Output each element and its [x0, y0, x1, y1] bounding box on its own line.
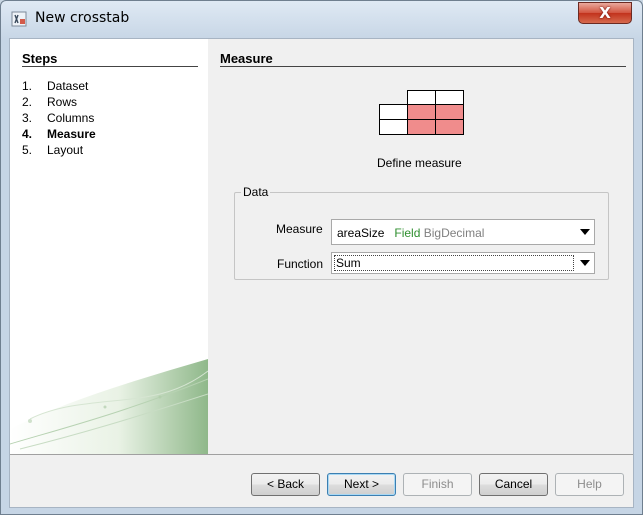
measure-field-name: areaSize: [337, 226, 385, 240]
step-label: Layout: [47, 143, 84, 157]
steps-title: Steps: [22, 51, 58, 66]
crosstab-app-icon: [11, 11, 27, 27]
function-label: Function: [277, 257, 324, 271]
measure-label: Measure: [276, 222, 323, 236]
crosstab-measure-icon: [379, 90, 464, 135]
window-title: New crosstab: [35, 10, 130, 26]
step-label: Rows: [47, 95, 78, 109]
step-columns: 3. Columns: [22, 111, 94, 125]
data-group-label: Data: [241, 185, 271, 199]
step-layout: 5. Layout: [22, 143, 83, 157]
close-button[interactable]: X: [578, 2, 632, 24]
dialog-client-area: Steps 1. Dataset 2. Rows 3. Columns 4. Measu…: [9, 38, 634, 508]
dialog-window: New crosstab X Steps 1. Dataset 2. Rows 3.…: [0, 0, 643, 515]
step-measure: 4. Measure: [22, 127, 96, 141]
steps-divider: [22, 66, 198, 67]
measure-field-class: BigDecimal: [423, 226, 485, 240]
chevron-down-icon[interactable]: [576, 221, 593, 243]
close-icon: X: [599, 4, 611, 22]
step-label: Measure: [47, 127, 96, 141]
chevron-down-icon[interactable]: [576, 254, 593, 272]
step-number: 2.: [22, 95, 33, 109]
title-divider: [220, 66, 626, 67]
function-combo[interactable]: Sum: [331, 252, 595, 274]
step-number: 3.: [22, 111, 33, 125]
step-label: Dataset: [47, 79, 89, 93]
button-bar-divider: [10, 454, 633, 455]
measure-combo[interactable]: areaSize Field BigDecimal: [331, 219, 595, 245]
step-rows: 2. Rows: [22, 95, 77, 109]
define-measure-label: Define measure: [377, 156, 462, 170]
step-number: 4.: [22, 127, 33, 141]
cancel-button[interactable]: Cancel: [479, 473, 548, 496]
title-bar[interactable]: New crosstab X: [1, 1, 642, 35]
steps-panel: Steps 1. Dataset 2. Rows 3. Columns 4. Measu…: [10, 39, 208, 454]
back-button[interactable]: < Back: [251, 473, 320, 496]
step-number: 1.: [22, 79, 33, 93]
measure-field-type: Field: [394, 226, 421, 240]
step-number: 5.: [22, 143, 33, 157]
function-value: Sum: [334, 255, 574, 271]
measure-field-text: areaSize Field BigDecimal: [337, 226, 484, 240]
next-button[interactable]: Next >: [327, 473, 396, 496]
finish-button[interactable]: Finish: [403, 473, 472, 496]
step-dataset: 1. Dataset: [22, 79, 88, 93]
wizard-decoration-image: [10, 359, 208, 454]
help-button[interactable]: Help: [555, 473, 624, 496]
page-title: Measure: [220, 51, 273, 66]
step-label: Columns: [47, 111, 95, 125]
